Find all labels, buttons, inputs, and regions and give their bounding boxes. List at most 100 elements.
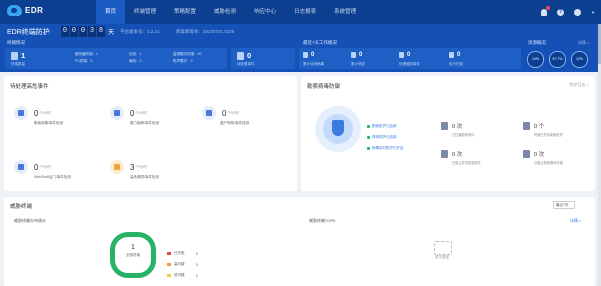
check-label: 诱饵防护已启用	[372, 135, 397, 139]
page-title: EDR终端防护	[7, 29, 50, 36]
threat-count-value: 0	[247, 51, 252, 60]
library-version: 病毒库版本：20230701.0326	[176, 29, 235, 34]
panel-title: 勒索病毒防御	[307, 84, 341, 90]
disk-usage-ring: 12%	[571, 51, 588, 68]
legend-swatch	[167, 274, 171, 277]
top-nav-bar: EDR 首页 终端管理 策略配置 威胁检测 响应中心 日志报表 系统管理 ? ▼	[0, 0, 601, 24]
doc-icon	[441, 122, 448, 130]
dashboard-banner: EDR终端防护 0 0 0 3 8 天 平台版本号：3.2.21 病毒库版本：2…	[0, 24, 601, 72]
webshell-icon	[14, 160, 28, 174]
doc-icon	[523, 122, 530, 130]
terminal-card: 1 终端数量 服务器终端：1 PC终端：0 在线：1 离线：0 监测模式终端：4…	[5, 48, 227, 69]
event-ransomware[interactable]: 0 个/小时	[14, 106, 51, 120]
defense-stat: 0 次	[441, 122, 462, 130]
counter-digit: 3	[88, 26, 96, 37]
donut-value: 1	[131, 244, 135, 251]
nav-item-policy[interactable]: 策略配置	[165, 0, 205, 24]
period-select[interactable]: 最近7天	[553, 201, 575, 209]
terminal-count-label: 终端数量	[11, 62, 25, 66]
cloud-logo-icon	[7, 5, 22, 16]
overview-section-label: 资源概况	[528, 40, 546, 45]
event-bruteforce[interactable]: 0 个/小时	[110, 106, 147, 120]
panel-title: 待处理高危事件	[10, 84, 49, 90]
notification-badge	[546, 5, 551, 10]
defense-stat-label: 已阻止勒索横向传播	[534, 161, 563, 165]
recent-card: 0 累计检测病毒 0 累计修复 0 处理威胁事件 0 执行扫描	[299, 48, 521, 69]
defense-stat: 0 次	[523, 150, 544, 158]
bell-icon[interactable]	[541, 5, 551, 16]
event-value: 0	[34, 108, 39, 118]
defense-stat-value: 0 个	[534, 124, 545, 130]
event-unit: 个/小时	[135, 164, 147, 169]
recent-stat-value: 0	[311, 52, 315, 58]
event-unit: 个/小时	[39, 164, 51, 169]
defense-stat-value: 0 次	[452, 152, 463, 158]
event-webshell[interactable]: 0 个/小时	[14, 160, 51, 174]
shield-icon	[332, 120, 344, 136]
event-unit: 个/小时	[39, 110, 51, 115]
nav-item-response[interactable]: 响应中心	[245, 0, 285, 24]
help-icon[interactable]: ?	[557, 8, 565, 16]
event-label: 僵尸网络/事件检测	[220, 121, 249, 125]
nav-item-home[interactable]: 首页	[96, 0, 126, 24]
legend-label: 已失陷	[174, 251, 185, 255]
shield-ring	[323, 114, 353, 144]
defense-stat: 0 次	[441, 150, 462, 158]
nav-item-threat-detection[interactable]: 威胁检测	[205, 0, 245, 24]
shield-graphic	[315, 106, 361, 152]
recent-stat-value: 0	[359, 52, 363, 58]
event-value: 0	[130, 108, 135, 118]
high-risk-events-panel: 待处理高危事件 0 个/小时 勒索病毒/事件检测 0 个/小时 暴力破解/事件检…	[4, 76, 297, 191]
offline-count: 离线：0	[129, 59, 142, 63]
threat-count-label: 待处置事件	[237, 62, 255, 66]
event-label: 高危漏洞/事件检测	[130, 175, 159, 179]
cpu-usage-ring: 13%	[527, 51, 544, 68]
lock-icon	[110, 106, 124, 120]
event-label: 勒索病毒/事件检测	[34, 121, 63, 125]
terminal-count-value: 1	[21, 51, 26, 60]
terminal-count: 1	[11, 51, 25, 60]
legend-value: 0	[196, 262, 198, 267]
event-value: 0	[222, 108, 227, 118]
ransomware-defense-panel: 勒索病毒防御 防护日志 > 勒索防护已启用 诱饵防护已启用 病毒实时防护已开启 …	[301, 76, 595, 191]
counter-digit: 0	[70, 26, 78, 37]
recent-stat: 0	[303, 52, 314, 58]
nav-item-logs[interactable]: 日志报表	[285, 0, 325, 24]
event-label: 暴力破解/事件检测	[130, 121, 159, 125]
days-counter: 0 0 0 3 8 天	[61, 26, 114, 37]
chevron-down-icon[interactable]: ▼	[591, 10, 595, 15]
logo-text: EDR	[25, 6, 44, 15]
online-count: 在线：1	[129, 52, 142, 56]
doc-icon	[441, 150, 448, 158]
botnet-icon	[202, 106, 216, 120]
user-avatar-icon[interactable]	[574, 8, 582, 16]
donut-label: 全部终端	[126, 253, 140, 257]
event-vulnerability[interactable]: 3 个/小时	[110, 160, 147, 174]
event-botnet[interactable]: 0 个/小时	[202, 106, 239, 120]
defense-stat-label: 终端已开启勒索防护	[534, 133, 563, 137]
legend-item: 高可疑 0	[167, 262, 198, 267]
event-value: 3	[130, 162, 135, 172]
check-label: 病毒实时防护已开启	[372, 146, 404, 150]
legend-value: 0	[196, 251, 198, 256]
app-logo[interactable]: EDR	[7, 5, 43, 16]
protection-log-link[interactable]: 防护日志 >	[570, 82, 589, 88]
distribution-section-label: 威胁终端分布统计	[14, 218, 46, 223]
ransomware-icon	[14, 106, 28, 120]
threat-terminals-panel: 威胁终端 最近7天 威胁终端分布统计 威胁终端TOP5 详情 > 1 全部终端 …	[4, 197, 595, 286]
nav-item-terminals[interactable]: 终端管理	[125, 0, 165, 24]
check-icon	[367, 125, 370, 128]
empty-data-icon	[434, 241, 452, 255]
terminal-distribution-donut: 1 全部终端	[110, 232, 156, 278]
top5-section-label: 威胁终端TOP5	[309, 218, 336, 223]
threat-card[interactable]: 0 待处置事件	[231, 48, 295, 69]
event-label: WebShell后门/事件检测	[34, 175, 71, 179]
recent-stat: 0	[399, 52, 410, 58]
pc-count: PC终端：0	[75, 59, 93, 63]
top5-detail-link[interactable]: 详情 >	[570, 218, 581, 224]
shield-icon	[237, 51, 244, 60]
nav-item-system[interactable]: 系统管理	[325, 0, 365, 24]
lock-icon	[523, 150, 530, 158]
defense-stat: 0 个	[523, 122, 544, 130]
overview-detail-link[interactable]: 详情 >	[578, 40, 589, 46]
